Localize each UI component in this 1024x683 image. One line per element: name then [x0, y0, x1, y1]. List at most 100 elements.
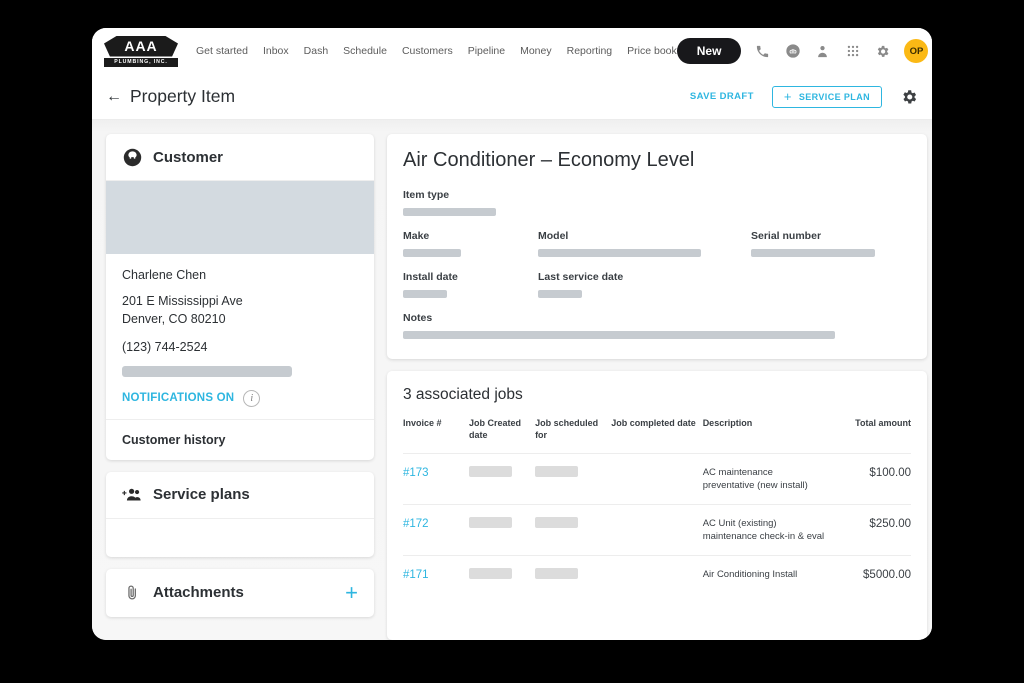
- service-plans-empty-body: [106, 519, 374, 557]
- settings-gear-icon[interactable]: [900, 88, 918, 106]
- item-type-field[interactable]: Item type: [403, 189, 911, 216]
- table-row[interactable]: #172 AC Unit (existing) maintenance chec…: [403, 505, 911, 556]
- service-plan-button-label: SERVICE PLAN: [799, 92, 870, 102]
- brand-logo-subtitle: PLUMBING, INC.: [104, 58, 178, 67]
- item-type-value-redacted: [403, 208, 496, 216]
- last-service-date-label: Last service date: [538, 271, 751, 283]
- svg-text:db: db: [789, 50, 797, 56]
- row-scheduled-for: [535, 454, 611, 505]
- brand-logo[interactable]: AAA PLUMBING, INC.: [104, 36, 178, 66]
- customer-card-title: Customer: [153, 149, 223, 166]
- customer-name: Charlene Chen: [122, 268, 358, 282]
- make-model-serial-row: Make Model Serial number: [403, 230, 911, 257]
- new-button[interactable]: New: [677, 38, 742, 64]
- add-attachment-button[interactable]: +: [345, 582, 358, 604]
- info-icon[interactable]: i: [243, 390, 260, 407]
- nav-item-get-started[interactable]: Get started: [196, 45, 248, 57]
- customer-card: Customer Charlene Chen 201 E Mississippi…: [106, 134, 374, 460]
- serial-number-field[interactable]: Serial number: [751, 230, 911, 257]
- redacted-bar: [469, 568, 512, 579]
- customer-map-placeholder[interactable]: [106, 181, 374, 254]
- back-arrow-icon[interactable]: ←: [106, 89, 122, 105]
- make-label: Make: [403, 230, 538, 242]
- associated-jobs-table: Invoice # Job Created date Job scheduled…: [403, 418, 911, 596]
- last-service-date-field[interactable]: Last service date: [538, 271, 751, 298]
- left-sidebar-column: Customer Charlene Chen 201 E Mississippi…: [106, 134, 374, 640]
- apps-grid-icon[interactable]: [844, 43, 861, 60]
- customer-phone: (123) 744-2524: [122, 340, 358, 354]
- phone-icon[interactable]: [754, 43, 771, 60]
- app-window: AAA PLUMBING, INC. Get started Inbox Das…: [92, 28, 932, 640]
- nav-item-inbox[interactable]: Inbox: [263, 45, 289, 57]
- page-title: Property Item: [130, 86, 235, 107]
- row-invoice-link[interactable]: #171: [403, 556, 469, 596]
- associated-jobs-title: 3 associated jobs: [403, 386, 911, 404]
- column-description: Description: [703, 418, 825, 454]
- row-description: AC maintenance preventative (new install…: [703, 454, 825, 505]
- service-plans-card: Service plans: [106, 472, 374, 557]
- redacted-bar: [535, 568, 578, 579]
- customer-redacted-field: [122, 366, 292, 377]
- table-row[interactable]: #173 AC maintenance preventative (new in…: [403, 454, 911, 505]
- nav-item-dash[interactable]: Dash: [304, 45, 329, 57]
- row-created-date: [469, 505, 535, 556]
- attachments-card-title: Attachments: [153, 584, 244, 601]
- nav-item-reporting[interactable]: Reporting: [567, 45, 613, 57]
- brand-logo-name: AAA: [104, 36, 178, 57]
- page-header-actions: SAVE DRAFT + SERVICE PLAN: [690, 86, 918, 108]
- row-total-amount: $5000.00: [825, 556, 911, 596]
- property-item-card: Air Conditioner – Economy Level Item typ…: [387, 134, 927, 359]
- redacted-bar: [469, 466, 512, 477]
- customer-details: Charlene Chen 201 E Mississippi Ave Denv…: [106, 254, 374, 420]
- item-type-row: Item type: [403, 189, 911, 216]
- customer-history-link[interactable]: Customer history: [106, 420, 374, 460]
- jobs-table-body: #173 AC maintenance preventative (new in…: [403, 454, 911, 597]
- nav-item-customers[interactable]: Customers: [402, 45, 453, 57]
- paperclip-icon: [122, 583, 142, 603]
- redacted-bar: [535, 466, 578, 477]
- column-invoice-number: Invoice #: [403, 418, 469, 454]
- model-label: Model: [538, 230, 751, 242]
- plus-icon: +: [784, 90, 792, 103]
- serial-number-value-redacted: [751, 249, 875, 257]
- jobs-table-header: Invoice # Job Created date Job scheduled…: [403, 418, 911, 454]
- row-completed-date: [611, 505, 702, 556]
- nav-item-price-book[interactable]: Price book: [627, 45, 677, 57]
- row-description: AC Unit (existing) maintenance check-in …: [703, 505, 825, 556]
- nav-item-money[interactable]: Money: [520, 45, 552, 57]
- notes-field[interactable]: Notes: [403, 312, 911, 339]
- avatar[interactable]: OP: [904, 39, 928, 63]
- save-draft-button[interactable]: SAVE DRAFT: [690, 91, 754, 102]
- make-field[interactable]: Make: [403, 230, 538, 257]
- row-invoice-link[interactable]: #173: [403, 454, 469, 505]
- service-plans-card-title: Service plans: [153, 486, 250, 503]
- top-nav-actions: New db OP: [677, 38, 929, 64]
- row-created-date: [469, 556, 535, 596]
- notifications-toggle[interactable]: NOTIFICATIONS ON: [122, 392, 234, 404]
- serial-number-label: Serial number: [751, 230, 911, 242]
- gear-icon[interactable]: [874, 43, 891, 60]
- service-plans-card-header: Service plans: [106, 472, 374, 519]
- notifications-row: NOTIFICATIONS ON i: [122, 390, 358, 407]
- row-completed-date: [611, 454, 702, 505]
- row-invoice-link[interactable]: #172: [403, 505, 469, 556]
- add-group-icon: [122, 485, 142, 505]
- main-content-column: Air Conditioner – Economy Level Item typ…: [387, 134, 927, 640]
- associated-jobs-card: 3 associated jobs Invoice # Job Created …: [387, 371, 927, 640]
- nav-item-schedule[interactable]: Schedule: [343, 45, 387, 57]
- jobs-table-header-row: Invoice # Job Created date Job scheduled…: [403, 418, 911, 454]
- row-scheduled-for: [535, 505, 611, 556]
- nav-item-pipeline[interactable]: Pipeline: [468, 45, 505, 57]
- row-created-date: [469, 454, 535, 505]
- person-icon[interactable]: [814, 43, 831, 60]
- item-title: Air Conditioner – Economy Level: [403, 149, 911, 172]
- column-job-completed-date: Job completed date: [611, 418, 702, 454]
- install-date-field[interactable]: Install date: [403, 271, 538, 298]
- primary-nav-links: Get started Inbox Dash Schedule Customer…: [196, 45, 677, 57]
- customer-address-line-2: Denver, CO 80210: [122, 311, 358, 329]
- table-row[interactable]: #171 Air Conditioning Install $5000.00: [403, 556, 911, 596]
- add-service-plan-button[interactable]: + SERVICE PLAN: [772, 86, 882, 108]
- model-value-redacted: [538, 249, 701, 257]
- model-field[interactable]: Model: [538, 230, 751, 257]
- dialpad-badge-icon[interactable]: db: [784, 43, 801, 60]
